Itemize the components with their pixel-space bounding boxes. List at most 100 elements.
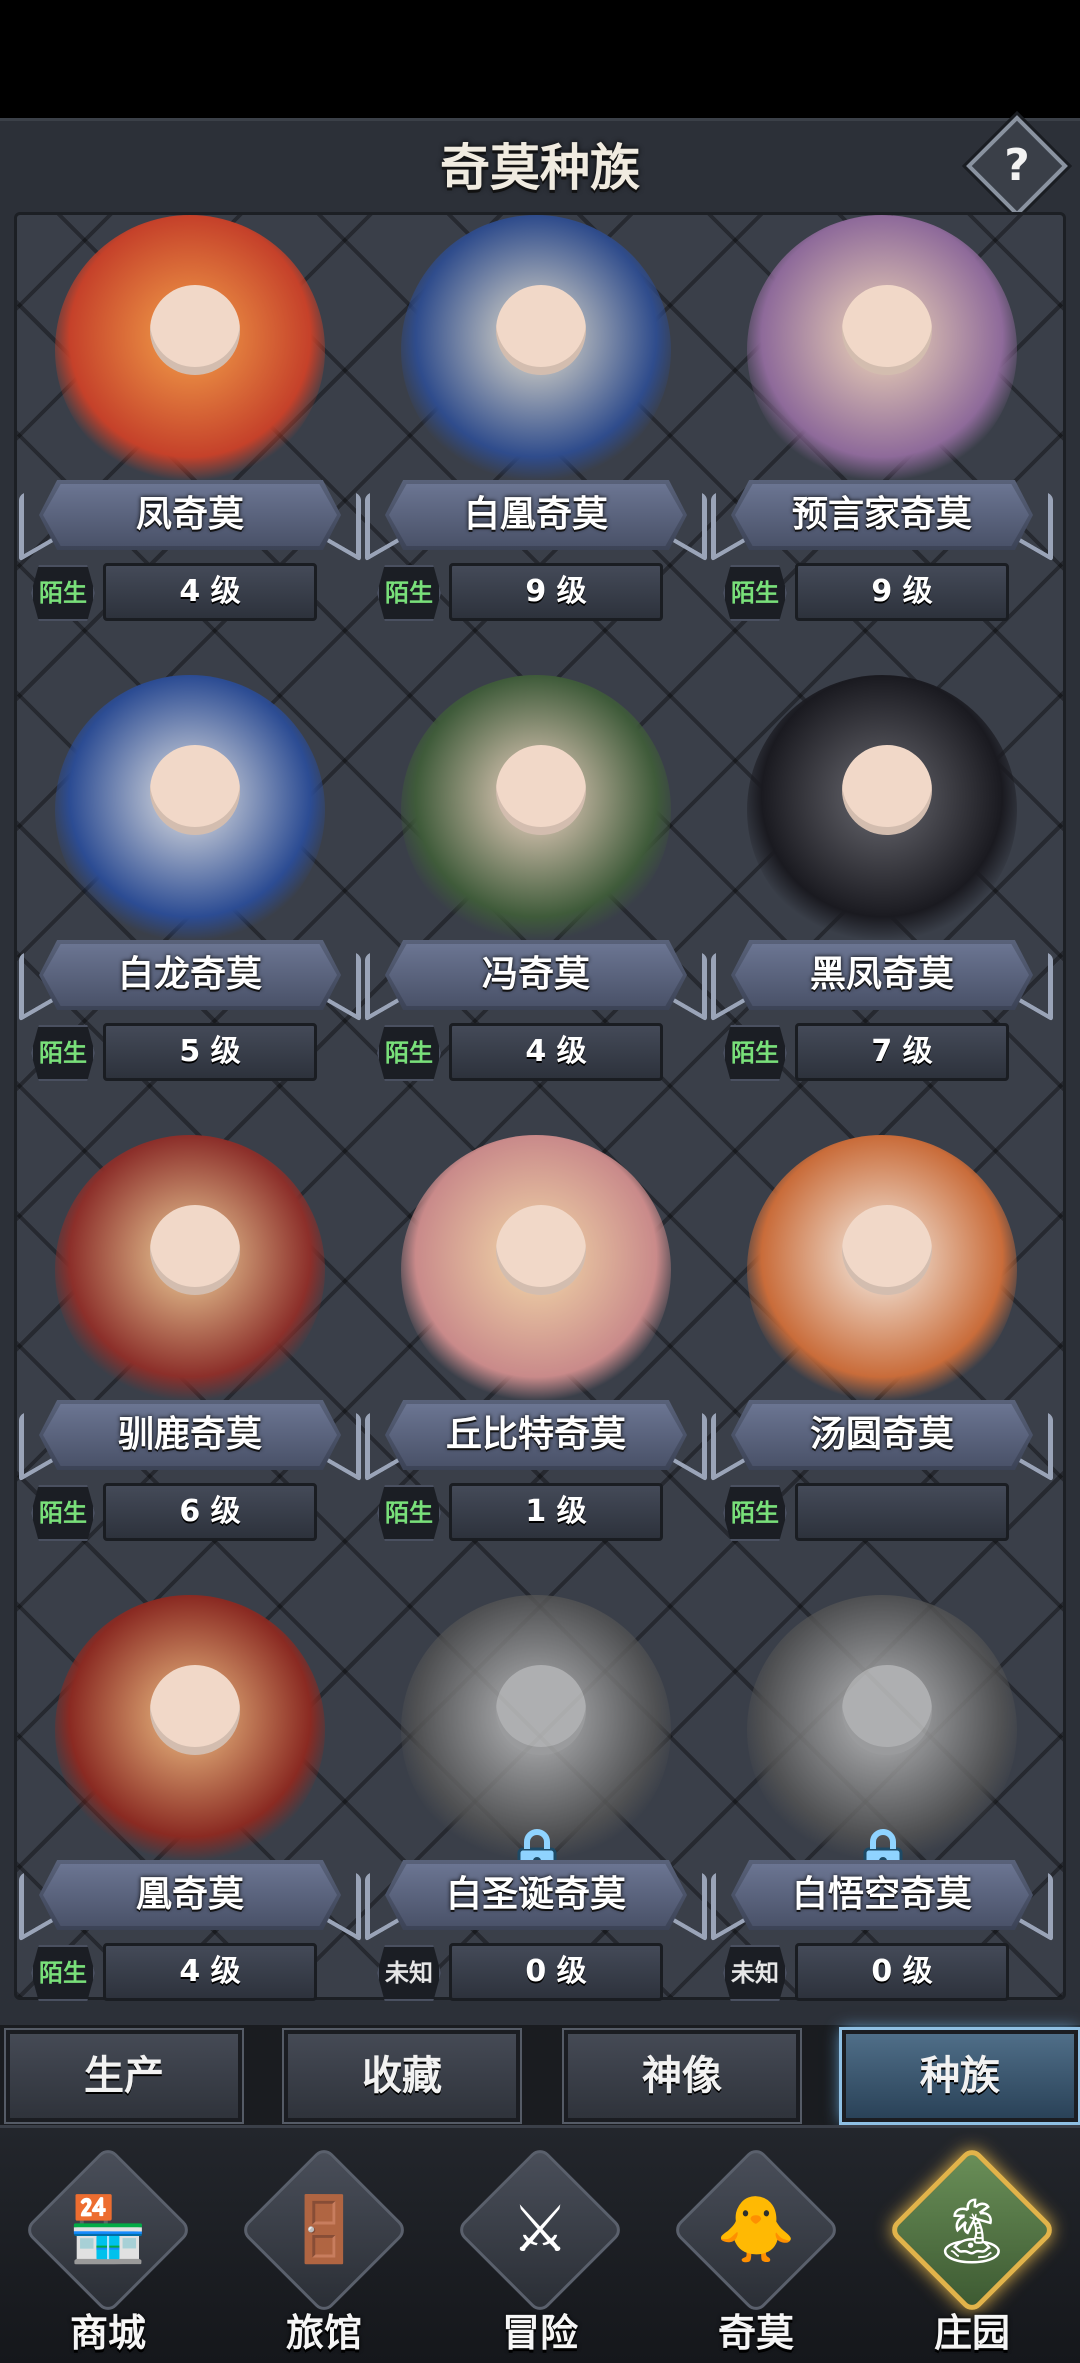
status-badge: 未知: [377, 1945, 441, 2001]
race-grid: 凤奇莫 陌生 4 级 白凰奇莫 陌生 9 级 预言家奇莫 陌生 9 级 白龙奇莫: [14, 212, 1066, 2001]
qimo-name: 凤奇莫: [135, 494, 244, 535]
tab-2[interactable]: 神像: [562, 2028, 802, 2124]
status-badge: 陌生: [723, 565, 787, 621]
nav-glyph: 🏪: [68, 2193, 148, 2267]
nav-item[interactable]: 🏪 商城: [0, 2140, 216, 2360]
qimo-face: [150, 1205, 240, 1295]
qimo-face: [842, 1205, 932, 1295]
status-badge: 陌生: [723, 1485, 787, 1541]
qimo-name: 预言家奇莫: [791, 494, 972, 535]
tab-3[interactable]: 种族: [839, 2027, 1080, 2125]
status-badge: 陌生: [31, 1025, 95, 1081]
qimo-portrait: [747, 215, 1017, 485]
qimo-level: 5 级: [103, 1023, 317, 1081]
qimo-card[interactable]: 白圣诞奇莫 未知 0 级: [363, 1595, 709, 2055]
status-badge: 陌生: [31, 565, 95, 621]
nav-item[interactable]: ⚔ 冒险: [432, 2140, 648, 2360]
qimo-portrait: [55, 675, 325, 945]
qimo-portrait: [747, 1595, 1017, 1865]
nav-glyph: 🐥: [716, 2193, 796, 2267]
qimo-card[interactable]: 白凰奇莫 陌生 9 级: [363, 215, 709, 675]
qimo-level: 0 级: [449, 1943, 663, 2001]
qimo-level: 6 级: [103, 1483, 317, 1541]
qimo-level: 7 级: [795, 1023, 1009, 1081]
tab-0[interactable]: 生产: [4, 2028, 244, 2124]
status-badge: 陌生: [31, 1485, 95, 1541]
nav-label: 商城: [69, 2311, 146, 2355]
page-title: 奇莫种族: [440, 139, 640, 197]
qimo-level: [795, 1483, 1009, 1541]
qimo-portrait: [401, 1595, 671, 1865]
qimo-card[interactable]: 冯奇莫 陌生 4 级: [363, 675, 709, 1135]
qimo-name: 丘比特奇莫: [445, 1414, 626, 1455]
qimo-level: 1 级: [449, 1483, 663, 1541]
qimo-card[interactable]: 凰奇莫 陌生 4 级: [17, 1595, 363, 2055]
qimo-face: [150, 745, 240, 835]
status-badge: 陌生: [377, 1485, 441, 1541]
qimo-name: 黑凤奇莫: [809, 954, 954, 995]
status-badge: 陌生: [31, 1945, 95, 2001]
status-badge: 陌生: [723, 1025, 787, 1081]
qimo-card[interactable]: 白悟空奇莫 未知 0 级: [709, 1595, 1055, 2055]
qimo-portrait: [401, 215, 671, 485]
inn-gate-icon: 🚪: [239, 2145, 409, 2315]
qimo-level: 9 级: [795, 563, 1009, 621]
qimo-name: 白凰奇莫: [463, 494, 608, 535]
qimo-name: 白圣诞奇莫: [445, 1874, 626, 1915]
qimo-level: 9 级: [449, 563, 663, 621]
qimo-name: 汤圆奇莫: [809, 1414, 954, 1455]
manor-island-icon: 🏝: [887, 2145, 1057, 2315]
qimo-face: [496, 285, 586, 375]
qimo-name: 驯鹿奇莫: [117, 1414, 262, 1455]
nav-label: 庄园: [933, 2311, 1010, 2355]
status-badge: 陌生: [377, 1025, 441, 1081]
status-badge: 陌生: [377, 565, 441, 621]
shop-icon: 🏪: [23, 2145, 193, 2315]
qimo-level: 4 级: [103, 563, 317, 621]
nav-glyph: ⚔: [511, 2193, 569, 2267]
qimo-name: 白龙奇莫: [117, 954, 262, 995]
qimo-portrait: [55, 1595, 325, 1865]
qimo-face: [842, 1665, 932, 1755]
qimo-face: [150, 1665, 240, 1755]
nav-glyph: 🏝: [931, 2195, 1013, 2269]
qimo-portrait: [401, 675, 671, 945]
question-icon: ?: [1004, 140, 1030, 191]
qimo-level: 4 级: [103, 1943, 317, 2001]
qimo-face: [842, 285, 932, 375]
qimo-face: [496, 1665, 586, 1755]
qimo-portrait: [55, 215, 325, 485]
qimo-face: [496, 745, 586, 835]
qimo-card[interactable]: 预言家奇莫 陌生 9 级: [709, 215, 1055, 675]
qimo-name: 凰奇莫: [135, 1874, 244, 1915]
crossed-swords-icon: ⚔: [455, 2145, 625, 2315]
qimo-name: 白悟空奇莫: [791, 1874, 972, 1915]
qimo-portrait: [55, 1135, 325, 1405]
qimo-level: 0 级: [795, 1943, 1009, 2001]
qimo-portrait: [747, 1135, 1017, 1405]
qimo-face: [842, 745, 932, 835]
qimo-card[interactable]: 驯鹿奇莫 陌生 6 级: [17, 1135, 363, 1595]
status-badge: 未知: [723, 1945, 787, 2001]
status-bar: [0, 0, 1080, 118]
qimo-card[interactable]: 汤圆奇莫 陌生: [709, 1135, 1055, 1595]
qimo-portrait: [747, 675, 1017, 945]
qimo-character-icon: 🐥: [671, 2145, 841, 2315]
nav-label: 旅馆: [285, 2311, 362, 2355]
nav-glyph: 🚪: [284, 2193, 364, 2267]
qimo-face: [150, 285, 240, 375]
qimo-card[interactable]: 黑凤奇莫 陌生 7 级: [709, 675, 1055, 1135]
nav-item[interactable]: 🏝 庄园: [864, 2140, 1080, 2360]
qimo-level: 4 级: [449, 1023, 663, 1081]
qimo-face: [496, 1205, 586, 1295]
nav-label: 奇莫: [717, 2311, 794, 2355]
qimo-card[interactable]: 白龙奇莫 陌生 5 级: [17, 675, 363, 1135]
nav-item[interactable]: 🐥 奇莫: [648, 2140, 864, 2360]
qimo-name: 冯奇莫: [481, 954, 590, 995]
tab-1[interactable]: 收藏: [282, 2028, 522, 2124]
nav-item[interactable]: 🚪 旅馆: [216, 2140, 432, 2360]
qimo-card[interactable]: 丘比特奇莫 陌生 1 级: [363, 1135, 709, 1595]
qimo-card[interactable]: 凤奇莫 陌生 4 级: [17, 215, 363, 675]
qimo-portrait: [401, 1135, 671, 1405]
nav-label: 冒险: [501, 2311, 578, 2355]
